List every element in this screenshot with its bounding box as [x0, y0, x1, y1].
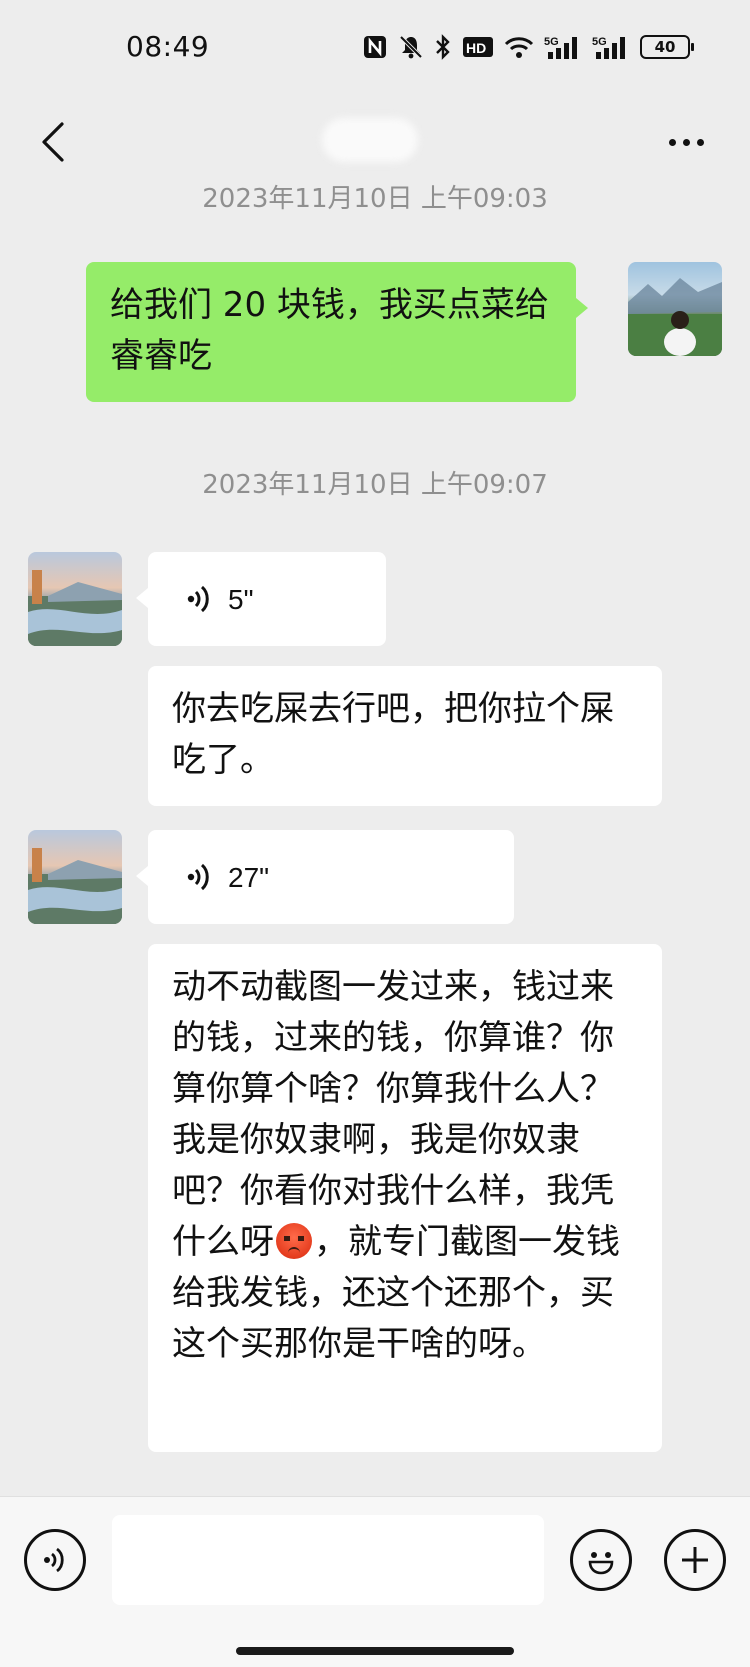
- net-label-1: 5G: [544, 36, 559, 48]
- chat-header: [0, 100, 750, 188]
- signal-5g-icon: 5G: [592, 34, 630, 60]
- more-dots-icon: [668, 138, 676, 146]
- voice-wave-icon: [186, 861, 212, 893]
- message-input[interactable]: [112, 1515, 544, 1605]
- contact-avatar[interactable]: [28, 552, 122, 646]
- message-timestamp: 2023年11月10日 上午09:07: [202, 470, 548, 500]
- voice-message-bubble[interactable]: 5": [136, 552, 386, 646]
- net-label-2: 5G: [592, 36, 607, 48]
- message-timestamp: 2023年11月10日 上午09:03: [202, 184, 548, 214]
- signal-5g-icon: 5G: [544, 34, 582, 60]
- wifi-icon: [504, 35, 534, 59]
- contact-avatar[interactable]: [28, 830, 122, 924]
- contact-message-bubble[interactable]: 动不动截图一发过来，钱过来的钱，过来的钱，你算谁？你算你算个啥？你算我什么人？我…: [148, 944, 662, 1452]
- self-avatar[interactable]: [628, 262, 722, 356]
- voice-input-icon: [44, 1547, 64, 1573]
- voice-message-bubble[interactable]: 27": [136, 830, 514, 924]
- voice-duration: 27": [228, 861, 270, 893]
- contact-avatar-image: [28, 848, 122, 924]
- contact-name-redacted: [322, 118, 418, 162]
- self-message-bubble[interactable]: 给我们 20 块钱，我买点菜给睿睿吃: [86, 262, 588, 402]
- voice-input-button[interactable]: [24, 1529, 86, 1591]
- back-arrow-icon: [42, 122, 64, 162]
- message-text: 动不动截图一发过来，钱过来的钱，过来的钱，你算谁？你算你算个啥？你算我什么人？我…: [172, 967, 614, 1262]
- back-button[interactable]: [30, 116, 74, 168]
- contact-avatar-image: [28, 570, 122, 646]
- input-bar: [0, 1496, 750, 1667]
- status-time: 08:49: [126, 30, 210, 63]
- self-avatar-image: [628, 278, 722, 356]
- battery-level: 40: [654, 37, 676, 56]
- home-indicator[interactable]: [236, 1647, 514, 1655]
- more-actions-button[interactable]: [664, 1529, 726, 1591]
- more-button[interactable]: [662, 122, 710, 162]
- hd-label: HD: [466, 40, 486, 56]
- emoji-icon: [588, 1552, 614, 1575]
- voice-duration: 5": [228, 583, 254, 615]
- angry-face-emoji-icon: [276, 1223, 312, 1259]
- nfc-icon: [362, 34, 388, 60]
- battery-icon: 40: [640, 35, 694, 59]
- contact-message-bubble[interactable]: 你去吃屎去行吧，把你拉个屎吃了。: [148, 666, 662, 806]
- emoji-button[interactable]: [570, 1529, 632, 1591]
- status-icons: HD 5G 5G 40: [362, 34, 694, 60]
- plus-icon: [682, 1547, 708, 1573]
- status-bar: 08:49 HD 5G 5G 40: [0, 0, 750, 100]
- hd-icon: HD: [462, 35, 494, 59]
- voice-wave-icon: [186, 583, 212, 615]
- mute-icon: [398, 34, 424, 60]
- bluetooth-icon: [434, 34, 452, 60]
- chat-message-list[interactable]: 2023年11月10日 上午09:03 给我们 20 块钱，我买点菜给睿睿吃 2…: [0, 184, 750, 1506]
